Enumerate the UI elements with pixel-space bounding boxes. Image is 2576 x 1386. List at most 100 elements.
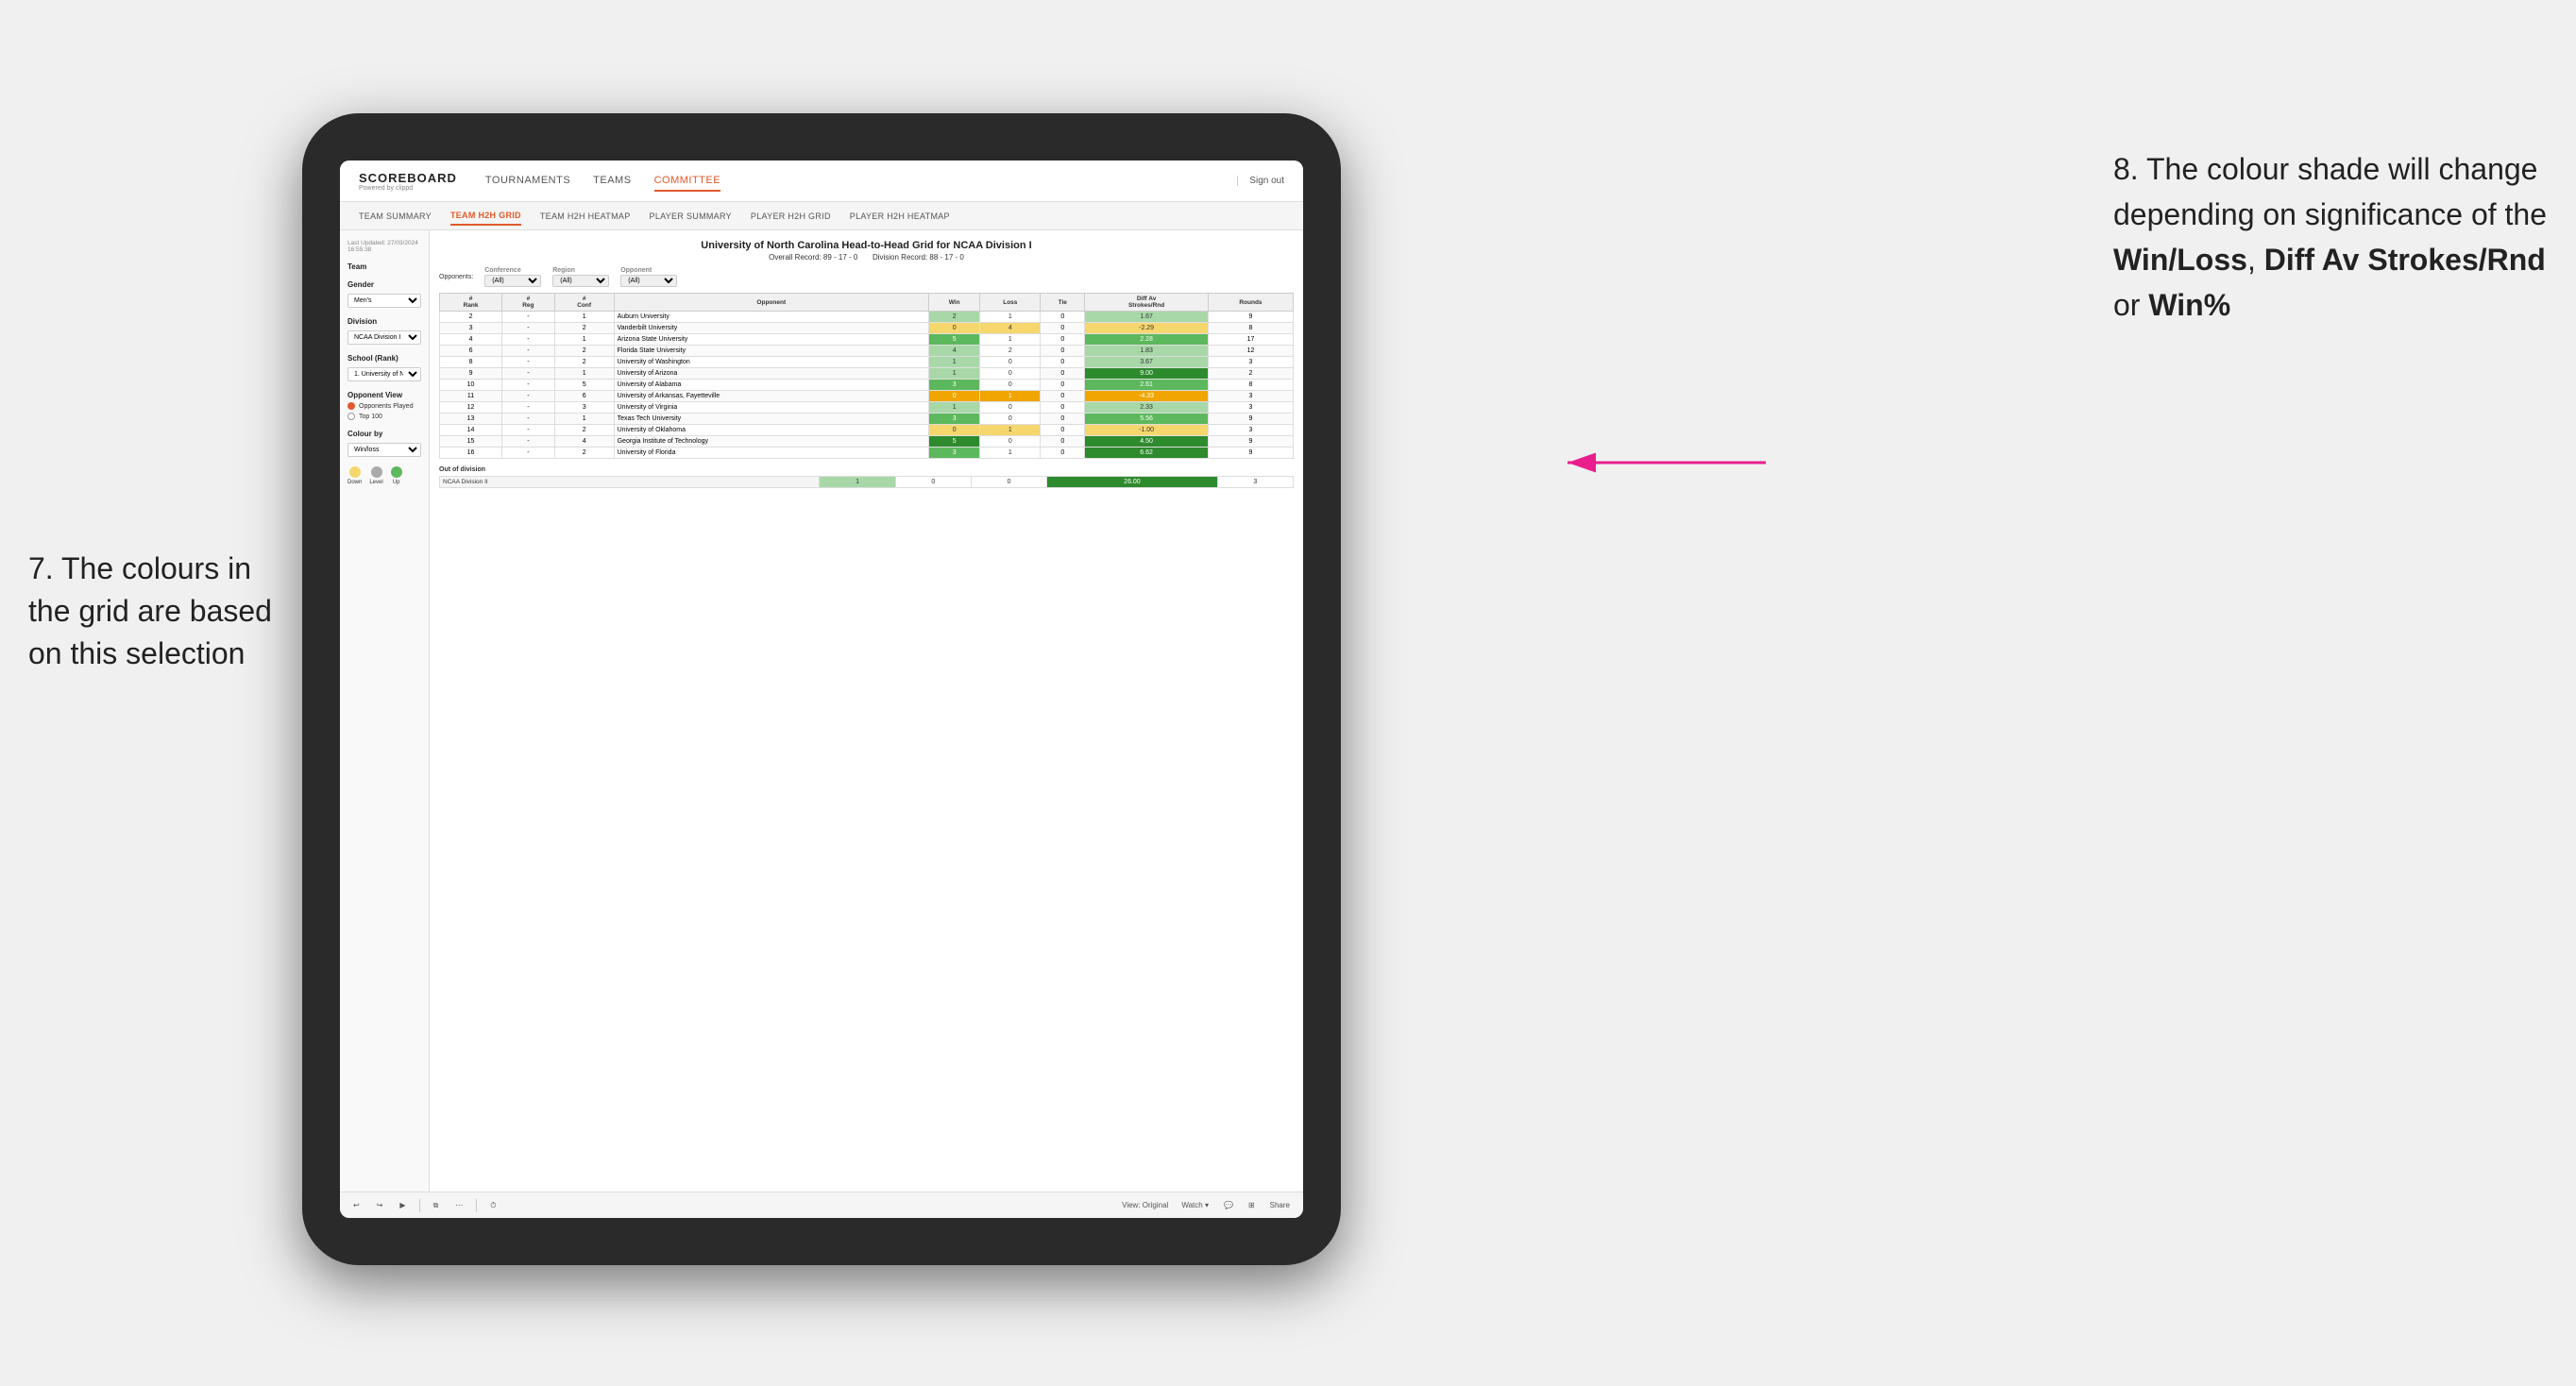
cell-diff: 2.61 [1085, 380, 1209, 391]
cell-reg: - [502, 334, 555, 346]
cell-opponent: University of Arizona [614, 368, 928, 380]
nav-tournaments[interactable]: TOURNAMENTS [485, 171, 570, 192]
radio-opponents-played[interactable]: Opponents Played [347, 402, 421, 410]
toolbar-more[interactable]: ⋯ [451, 1199, 466, 1211]
cell-tie: 0 [1041, 368, 1085, 380]
cell-reg: - [502, 425, 555, 436]
cell-loss: 0 [980, 357, 1041, 368]
cell-rank: 13 [440, 414, 502, 425]
grid-records: Overall Record: 89 - 17 - 0 Division Rec… [439, 253, 1294, 262]
nav-teams[interactable]: TEAMS [593, 171, 631, 192]
cell-conf: 2 [554, 425, 614, 436]
cell-opponent: Florida State University [614, 346, 928, 357]
gender-select[interactable]: Men's [347, 294, 421, 308]
cell-win: 1 [928, 368, 979, 380]
nav-committee[interactable]: COMMITTEE [654, 171, 721, 192]
cell-diff: 6.62 [1085, 448, 1209, 459]
colour-by-select[interactable]: Win/loss Diff Av Strokes/Rnd Win% [347, 443, 421, 457]
toolbar-undo[interactable]: ↩ [349, 1199, 364, 1211]
logo-area: SCOREBOARD Powered by clippd [359, 171, 457, 192]
school-section: School (Rank) 1. University of Nort... [347, 354, 421, 381]
cell-rank: 9 [440, 368, 502, 380]
toolbar-present[interactable]: ⊞ [1245, 1199, 1259, 1211]
out-of-division-label: Out of division [439, 466, 1294, 473]
cell-loss: 0 [980, 380, 1041, 391]
cell-rounds: 3 [1208, 402, 1293, 414]
toolbar-redo[interactable]: ↪ [373, 1199, 387, 1211]
sub-nav-team-h2h-heatmap[interactable]: TEAM H2H HEATMAP [540, 208, 631, 225]
cell-diff: 2.28 [1085, 334, 1209, 346]
cell-reg: - [502, 414, 555, 425]
cell-win: 3 [928, 380, 979, 391]
gender-section: Gender Men's [347, 280, 421, 308]
cell-conf: 3 [554, 402, 614, 414]
cell-loss: 2 [980, 346, 1041, 357]
cell-conf: 1 [554, 312, 614, 323]
cell-tie: 0 [1041, 334, 1085, 346]
left-panel: Last Updated: 27/03/202416:55:38 Team Ge… [340, 230, 430, 1192]
region-select[interactable]: (All) [552, 275, 609, 287]
cell-rank: 6 [440, 346, 502, 357]
cell-loss: 0 [980, 436, 1041, 448]
cell-conf: 1 [554, 414, 614, 425]
sub-nav-player-h2h-grid[interactable]: PLAYER H2H GRID [751, 208, 831, 225]
school-select[interactable]: 1. University of Nort... [347, 367, 421, 381]
toolbar-copy[interactable]: ⧉ [430, 1199, 443, 1212]
sub-nav-player-summary[interactable]: PLAYER SUMMARY [650, 208, 732, 225]
colour-by-section: Colour by Win/loss Diff Av Strokes/Rnd W… [347, 430, 421, 457]
cell-rank: 15 [440, 436, 502, 448]
cell-diff: 2.33 [1085, 402, 1209, 414]
sub-nav-team-summary[interactable]: TEAM SUMMARY [359, 208, 432, 225]
cell-diff: 1.83 [1085, 346, 1209, 357]
team-label: Team [347, 262, 421, 271]
cell-win: 0 [928, 425, 979, 436]
cell-rank: 4 [440, 334, 502, 346]
toolbar-comment[interactable]: 💬 [1220, 1199, 1237, 1211]
cell-opponent: University of Washington [614, 357, 928, 368]
division-section: Division NCAA Division I [347, 317, 421, 345]
conference-select[interactable]: (All) [484, 275, 541, 287]
cell-tie: 0 [1041, 425, 1085, 436]
legend-up: Up [391, 466, 402, 485]
tablet-frame: SCOREBOARD Powered by clippd TOURNAMENTS… [302, 113, 1341, 1265]
cell-rounds: 2 [1208, 368, 1293, 380]
table-row: 16 - 2 University of Florida 3 1 0 6.62 … [440, 448, 1294, 459]
cell-opponent: University of Oklahoma [614, 425, 928, 436]
cell-rank: 16 [440, 448, 502, 459]
sub-nav-team-h2h-grid[interactable]: TEAM H2H GRID [450, 207, 521, 226]
radio-label-top100: Top 100 [359, 414, 382, 420]
toolbar-forward[interactable]: ▶ [396, 1199, 409, 1211]
cell-diff: 1.67 [1085, 312, 1209, 323]
cell-tie: 0 [1041, 380, 1085, 391]
cell-rank: 3 [440, 323, 502, 334]
sign-out-link[interactable]: Sign out [1237, 176, 1284, 186]
team-section: Team [347, 262, 421, 271]
legend-row: Down Level Up [347, 466, 421, 485]
filter-conference: Conference (All) [484, 267, 541, 287]
tablet-screen: SCOREBOARD Powered by clippd TOURNAMENTS… [340, 161, 1303, 1218]
cell-win: 5 [928, 436, 979, 448]
table-row: 3 - 2 Vanderbilt University 0 4 0 -2.29 … [440, 323, 1294, 334]
logo-sub: Powered by clippd [359, 185, 457, 192]
cell-win: 5 [928, 334, 979, 346]
cell-conf: 6 [554, 391, 614, 402]
col-tie: Tie [1041, 294, 1085, 312]
radio-top100[interactable]: Top 100 [347, 413, 421, 420]
cell-diff: 3.67 [1085, 357, 1209, 368]
cell-win: 1 [928, 357, 979, 368]
table-row: 4 - 1 Arizona State University 5 1 0 2.2… [440, 334, 1294, 346]
cell-rank: 8 [440, 357, 502, 368]
opponent-select[interactable]: (All) [620, 275, 677, 287]
sub-nav-player-h2h-heatmap[interactable]: PLAYER H2H HEATMAP [850, 208, 950, 225]
col-rounds: Rounds [1208, 294, 1293, 312]
annotation-right: 8. The colour shade will change dependin… [2113, 146, 2548, 328]
toolbar-clock[interactable]: ⏱ [486, 1199, 500, 1212]
cell-loss: 1 [980, 312, 1041, 323]
cell-rounds: 9 [1208, 312, 1293, 323]
nav-items: TOURNAMENTS TEAMS COMMITTEE [485, 171, 1237, 192]
data-table: #Rank #Reg #Conf Opponent Win Loss Tie D… [439, 293, 1294, 459]
toolbar-share[interactable]: Share [1266, 1199, 1294, 1211]
logo-scoreboard: SCOREBOARD [359, 171, 457, 185]
toolbar-watch[interactable]: Watch ▾ [1178, 1199, 1212, 1211]
division-select[interactable]: NCAA Division I [347, 330, 421, 345]
